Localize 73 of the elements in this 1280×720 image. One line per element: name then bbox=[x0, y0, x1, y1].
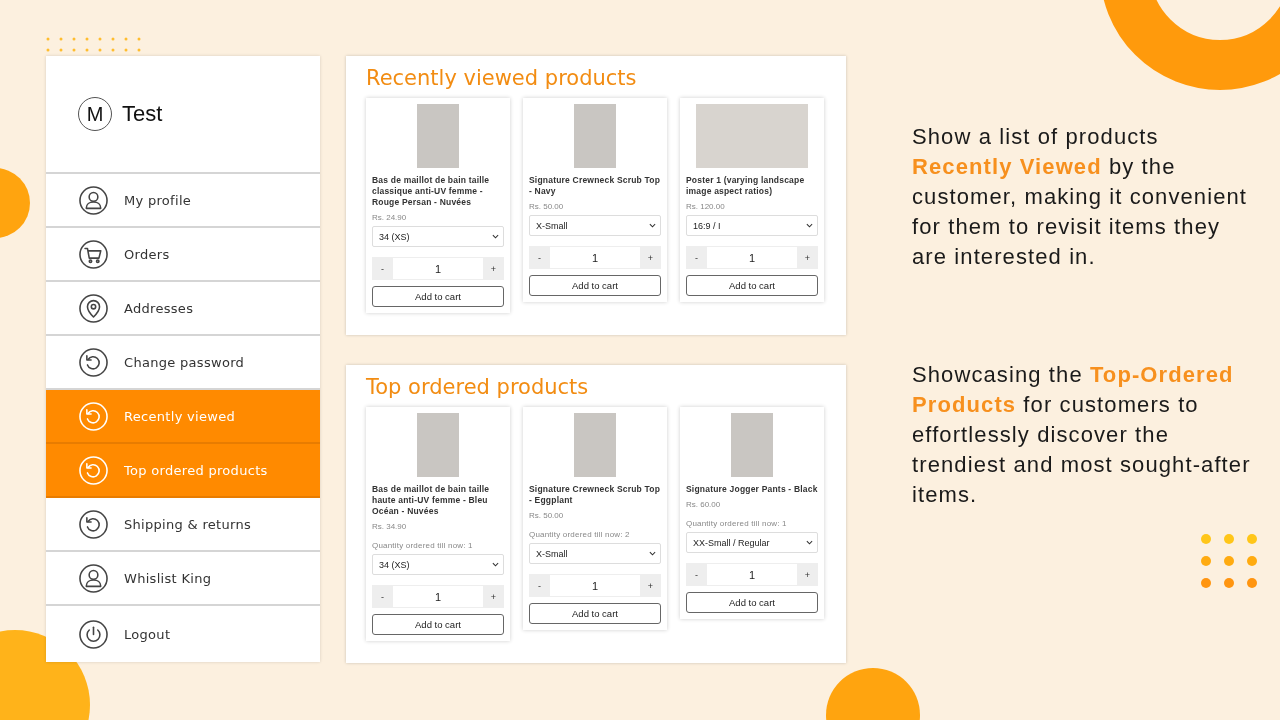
size-select[interactable]: 16:9 / I bbox=[686, 215, 818, 236]
chevron-down-icon bbox=[492, 233, 499, 240]
product-name: Signature Crewneck Scrub Top - Navy bbox=[529, 175, 661, 197]
menu-item[interactable]: Addresses bbox=[46, 282, 320, 336]
decrease-button[interactable]: - bbox=[529, 574, 550, 597]
chevron-down-icon bbox=[649, 222, 656, 229]
increase-button[interactable]: + bbox=[797, 246, 818, 269]
product-name: Bas de maillot de bain taille classique anti-UV femme - Rouge Persan - Nuvées bbox=[372, 175, 491, 208]
product-name: Poster 1 (varying landscape image aspect ratios) bbox=[686, 175, 806, 197]
quantity-field[interactable]: 1 bbox=[707, 246, 797, 269]
quantity-field[interactable]: 1 bbox=[550, 574, 640, 597]
caption-paragraph: Show a list of products Recently Viewed by the customer, making it convenient for them to revisit items they are interested in. bbox=[912, 123, 1249, 271]
ordered-quantity-note: Quantity ordered till now: 1 bbox=[372, 541, 474, 550]
chevron-down-icon bbox=[806, 222, 813, 229]
product-price: Rs. 34.90 bbox=[372, 522, 408, 531]
add-to-cart-button[interactable]: Add to cart bbox=[686, 592, 818, 613]
quantity-field[interactable]: 1 bbox=[393, 257, 483, 280]
product-price: Rs. 24.90 bbox=[372, 213, 408, 222]
dot-grid-drawing bbox=[1200, 533, 1258, 589]
panel-title: Recently viewed products bbox=[366, 66, 637, 90]
menu-item[interactable]: Orders bbox=[46, 228, 320, 282]
user-name: Test bbox=[122, 101, 163, 127]
increase-button[interactable]: + bbox=[483, 585, 504, 608]
cart-icon bbox=[79, 239, 108, 269]
add-to-cart-button[interactable]: Add to cart bbox=[372, 614, 504, 635]
size-select[interactable]: X-Small bbox=[529, 543, 661, 564]
chevron-down-icon bbox=[649, 550, 656, 557]
decrease-button[interactable]: - bbox=[686, 246, 707, 269]
menu-item[interactable]: My profile bbox=[46, 174, 320, 228]
decrease-button[interactable]: - bbox=[372, 257, 393, 280]
size-select[interactable]: 34 (XS) bbox=[372, 554, 504, 575]
photo-placeholder bbox=[574, 413, 616, 477]
add-to-cart-button[interactable]: Add to cart bbox=[686, 275, 818, 296]
person-icon bbox=[79, 185, 108, 215]
ordered-quantity-note: Quantity ordered till now: 2 bbox=[529, 530, 631, 539]
decrease-button[interactable]: - bbox=[529, 246, 550, 269]
ordered-quantity-note: Quantity ordered till now: 1 bbox=[686, 519, 788, 528]
increase-button[interactable]: + bbox=[640, 574, 661, 597]
location-pin-icon bbox=[79, 293, 108, 323]
product-price: Rs. 60.00 bbox=[686, 500, 722, 509]
add-to-cart-button[interactable]: Add to cart bbox=[529, 275, 661, 296]
decrease-button[interactable]: - bbox=[686, 563, 707, 586]
menu-item[interactable]: Whislist King bbox=[46, 552, 320, 606]
size-select[interactable]: 34 (XS) bbox=[372, 226, 504, 247]
add-to-cart-button[interactable]: Add to cart bbox=[372, 286, 504, 307]
photo-placeholder bbox=[731, 413, 773, 477]
caption-paragraph: Showcasing the Top-Ordered Products for customers to effortlessly discover the trendiest and most sought-after items. bbox=[912, 361, 1252, 509]
photo-placeholder bbox=[417, 104, 459, 168]
increase-button[interactable]: + bbox=[483, 257, 504, 280]
power-icon bbox=[79, 619, 108, 649]
product-price: Rs. 50.00 bbox=[529, 202, 565, 211]
photo-placeholder bbox=[417, 413, 459, 477]
photo-placeholder bbox=[574, 104, 616, 168]
product-price: Rs. 50.00 bbox=[529, 511, 565, 520]
chevron-down-icon bbox=[492, 561, 499, 568]
increase-button[interactable]: + bbox=[640, 246, 661, 269]
decrease-button[interactable]: - bbox=[372, 585, 393, 608]
product-price: Rs. 120.00 bbox=[686, 202, 726, 211]
menu-item[interactable]: Logout bbox=[46, 606, 320, 662]
product-name: Signature Crewneck Scrub Top - Eggplant bbox=[529, 484, 661, 506]
product-name: Signature Jogger Pants - Black bbox=[686, 484, 818, 495]
size-select[interactable]: X-Small bbox=[529, 215, 661, 236]
size-select[interactable]: XX-Small / Regular bbox=[686, 532, 818, 553]
increase-button[interactable]: + bbox=[797, 563, 818, 586]
quantity-field[interactable]: 1 bbox=[393, 585, 483, 608]
quantity-field[interactable]: 1 bbox=[707, 563, 797, 586]
product-name: Bas de maillot de bain taille haute anti-UV femme - Bleu Océan - Nuvées bbox=[372, 484, 491, 517]
chevron-down-icon bbox=[806, 539, 813, 546]
quantity-field[interactable]: 1 bbox=[550, 246, 640, 269]
panel-title: Top ordered products bbox=[366, 375, 589, 399]
menu-item[interactable]: Shipping & returns bbox=[46, 498, 320, 552]
add-to-cart-button[interactable]: Add to cart bbox=[529, 603, 661, 624]
person-icon bbox=[79, 563, 108, 593]
